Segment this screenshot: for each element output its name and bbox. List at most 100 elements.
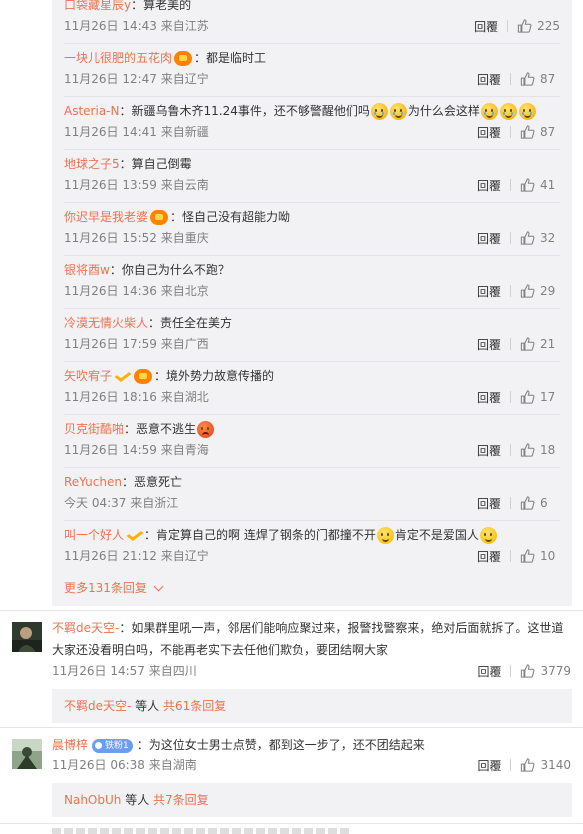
more-replies-label: 更多131条回复 — [64, 581, 147, 595]
angry-emoji-icon — [197, 420, 215, 438]
reply-author[interactable]: 贝克街酷啪 — [64, 419, 124, 439]
reply-author[interactable]: 叫一个好人 — [64, 525, 124, 545]
reply-time: 11月26日 21:12 来自辽宁 — [64, 549, 209, 563]
reply-text: ：算自己倒霉 — [119, 157, 192, 171]
reply-button[interactable]: 回覆 — [477, 124, 501, 141]
thumbs-up-icon[interactable] — [520, 125, 535, 139]
like-count: 6 — [540, 496, 548, 510]
reply-text: ：恶意死亡 — [121, 475, 182, 489]
verified-v-icon — [127, 528, 141, 542]
reply-item: 矢吹宥子 ：境外势力故意传播的 11月26日 18:16 来自湖北 回覆 17 — [64, 362, 560, 415]
reply-button[interactable]: 回覆 — [477, 495, 501, 512]
thumbs-up-icon[interactable] — [517, 19, 532, 33]
reply-button[interactable]: 回覆 — [477, 336, 501, 353]
like-count: 21 — [540, 337, 556, 351]
reply-summary[interactable]: NahObUh 等人 共7条回复 — [52, 783, 572, 817]
summary-text: 等人 — [121, 793, 154, 807]
reply-text: ：你自己为什么不跑？ — [109, 263, 230, 277]
reply-button[interactable]: 回覆 — [477, 548, 501, 565]
reply-item: ReYuchen ：恶意死亡 今天 04:37 来自浙江 回覆 6 — [64, 468, 560, 521]
comment-author[interactable]: 晨博梓 — [52, 738, 88, 752]
smile-emoji-icon — [376, 526, 394, 544]
reply-text: ：肯定算自己的啊 连焊了钢条的门都撞不开 — [144, 528, 376, 542]
reply-button[interactable]: 回覆 — [477, 389, 501, 406]
thumbs-up-icon[interactable] — [520, 231, 535, 245]
reply-button[interactable]: 回覆 — [477, 283, 501, 300]
thumbs-up-icon[interactable] — [520, 443, 535, 457]
crying-emoji-icon — [518, 102, 536, 120]
chevron-down-icon — [153, 581, 164, 591]
reply-author[interactable]: 一块儿很肥的五花肉 — [64, 48, 172, 68]
crying-emoji-icon — [370, 102, 388, 120]
thumbs-up-icon[interactable] — [520, 337, 535, 351]
reply-time: 11月26日 14:36 来自北京 — [64, 284, 209, 298]
separator — [510, 285, 511, 297]
like-count: 18 — [540, 443, 556, 457]
thumbs-up-icon[interactable] — [520, 758, 535, 772]
reply-author[interactable]: 你迟早是我老婆 — [64, 207, 148, 227]
reply-button[interactable]: 回覆 — [477, 177, 501, 194]
reply-button[interactable]: 回覆 — [477, 442, 501, 459]
more-replies-link[interactable]: 更多131条回复 — [64, 576, 164, 600]
reply-button[interactable]: 回覆 — [477, 71, 501, 88]
like-count: 225 — [537, 19, 560, 33]
reply-author[interactable]: ReYuchen — [64, 472, 122, 492]
summary-author[interactable]: NahObUh — [64, 793, 121, 807]
vip-icon — [150, 209, 169, 225]
thumbs-up-icon[interactable] — [520, 178, 535, 192]
thumbs-up-icon[interactable] — [520, 664, 535, 678]
reply-time: 11月26日 18:16 来自湖北 — [64, 390, 209, 404]
cropped-text — [52, 828, 352, 834]
reply-author[interactable]: Asteria-N — [64, 101, 119, 121]
like-count: 32 — [540, 231, 556, 245]
reply-time: 11月26日 12:47 来自辽宁 — [64, 72, 209, 86]
reply-summary[interactable]: 不羁de天空- 等人 共61条回复 — [52, 689, 572, 723]
thumbs-up-icon[interactable] — [520, 549, 535, 563]
fan-badge: 铁粉1 — [92, 738, 133, 753]
avatar[interactable] — [12, 622, 42, 652]
like-count: 29 — [540, 284, 556, 298]
reply-item: 你迟早是我老婆 ：怪自己没有超能力呦 11月26日 15:52 来自重庆 回覆 32 — [64, 203, 560, 256]
separator — [510, 73, 511, 85]
reply-author[interactable]: 地球之子5 — [64, 154, 120, 174]
divider — [0, 823, 583, 824]
smile-emoji-icon — [479, 526, 497, 544]
separator — [510, 338, 511, 350]
comment-text: ：如果群里吼一声，邻居们能响应聚过来，报警找警察来，绝对后面就拆了。这世道大家还… — [52, 621, 564, 657]
separator — [510, 550, 511, 562]
reply-author[interactable]: 银将酉w — [64, 260, 110, 280]
comment-body: 不羁de天空-：如果群里吼一声，邻居们能响应聚过来，报警找警察来，绝对后面就拆了… — [52, 617, 575, 661]
reply-time: 今天 04:37 来自浙江 — [64, 496, 179, 510]
comment-author[interactable]: 不羁de天空- — [52, 621, 119, 635]
reply-text: ：责任全在美方 — [148, 316, 233, 330]
thumbs-up-icon[interactable] — [520, 284, 535, 298]
reply-button[interactable]: 回覆 — [477, 663, 501, 680]
reply-button[interactable]: 回覆 — [477, 757, 501, 774]
reply-time: 11月26日 17:59 来自广西 — [64, 337, 209, 351]
separator — [510, 391, 511, 403]
separator — [510, 179, 511, 191]
crying-emoji-icon — [499, 102, 517, 120]
reply-author[interactable]: 冷漠无情火柴人 — [64, 313, 148, 333]
separator — [510, 665, 512, 677]
reply-item: 地球之子5 ：算自己倒霉 11月26日 13:59 来自云南 回覆 41 — [64, 150, 560, 203]
reply-time: 11月26日 15:52 来自重庆 — [64, 231, 209, 245]
summary-author[interactable]: 不羁de天空- — [64, 699, 131, 713]
avatar[interactable] — [12, 739, 42, 769]
reply-time: 11月26日 13:59 来自云南 — [64, 178, 209, 192]
thumbs-up-icon[interactable] — [520, 496, 535, 510]
thumbs-up-icon[interactable] — [520, 72, 535, 86]
summary-text: 等人 — [131, 699, 163, 713]
summary-total[interactable]: 共7条回复 — [153, 793, 209, 807]
reply-text: ：怪自己没有超能力呦 — [170, 210, 291, 224]
reply-time: 11月26日 14:43 来自江苏 — [64, 19, 209, 33]
like-count: 87 — [540, 125, 556, 139]
separator — [510, 232, 511, 244]
reply-author[interactable]: 口袋藏星辰y — [64, 0, 131, 15]
crying-emoji-icon — [389, 102, 407, 120]
thumbs-up-icon[interactable] — [520, 390, 535, 404]
reply-button[interactable]: 回覆 — [474, 18, 498, 35]
reply-button[interactable]: 回覆 — [477, 230, 501, 247]
summary-total[interactable]: 共61条回复 — [163, 699, 226, 713]
reply-author[interactable]: 矢吹宥子 — [64, 366, 112, 386]
